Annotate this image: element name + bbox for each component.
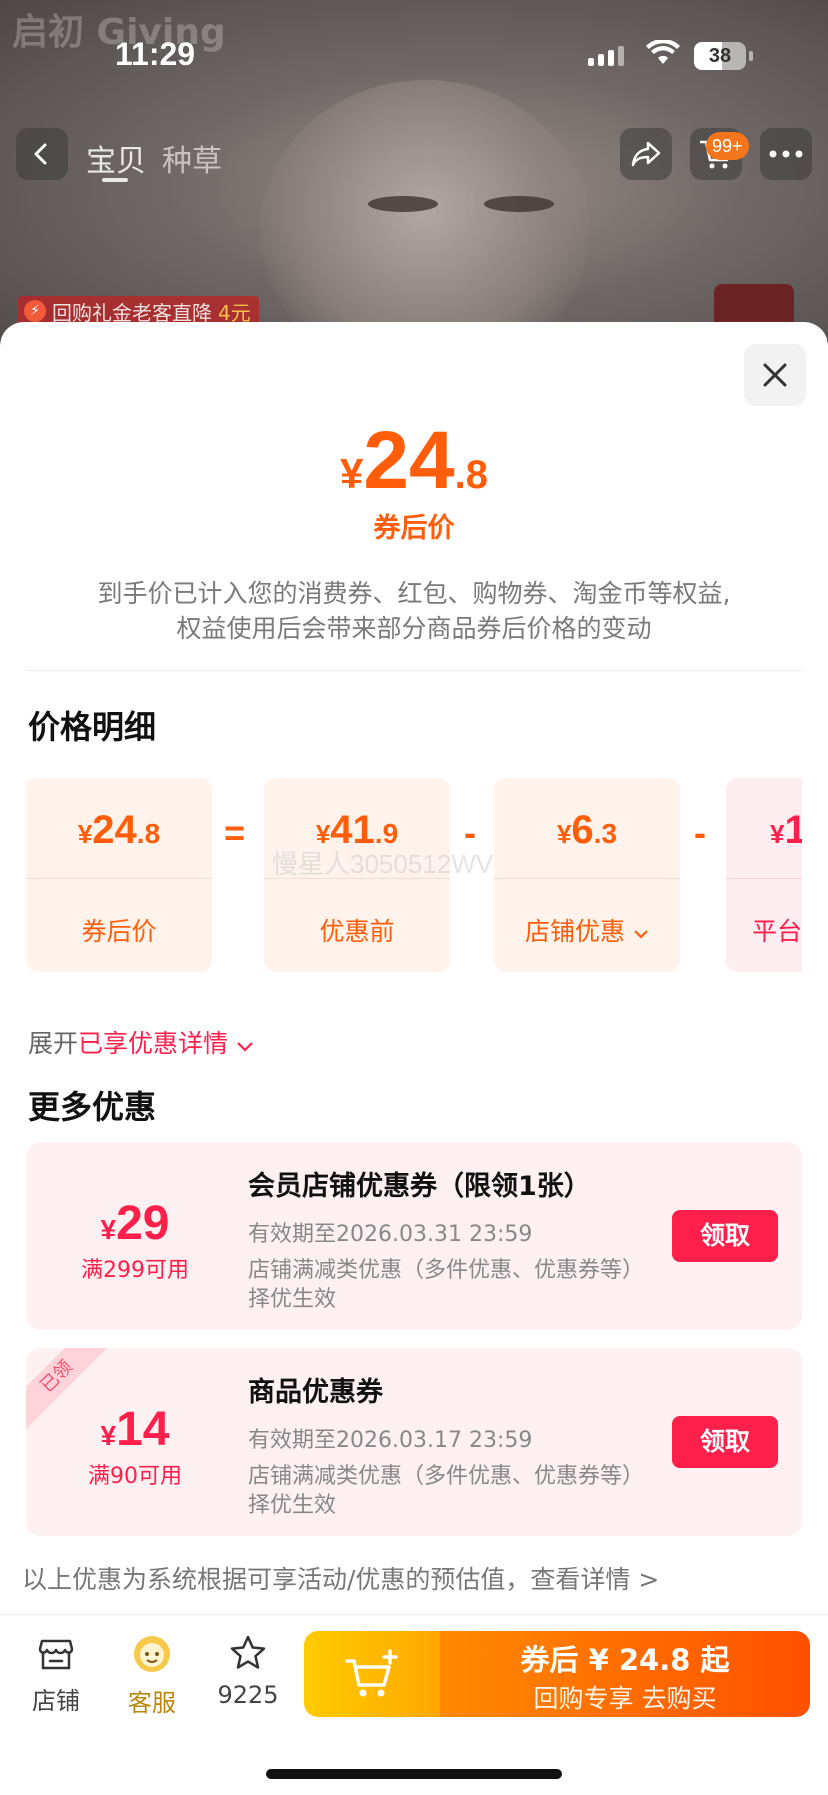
more-dots-icon	[769, 150, 803, 158]
price-note-line: 权益使用后会带来部分商品券后价格的变动	[176, 614, 652, 643]
store-icon	[38, 1639, 74, 1670]
cart-count-badge: 99+	[706, 132, 749, 160]
back-button[interactable]	[16, 128, 68, 180]
chevron-left-icon	[34, 143, 47, 165]
store-label: 店铺	[32, 1687, 80, 1715]
close-icon	[763, 363, 787, 387]
coupon-validity: 有效期至2026.03.17 23:59	[248, 1428, 533, 1453]
lightning-icon: ⚡	[24, 300, 46, 322]
cellular-signal-icon	[588, 46, 624, 66]
breakdown-platform-discount: ¥1 平台	[726, 778, 802, 972]
coupon-amount: ¥29	[100, 1197, 170, 1250]
breakdown-title: 价格明细	[28, 708, 157, 746]
add-to-cart-icon	[345, 1649, 398, 1697]
buy-button[interactable]: 券后 ¥ 24.8 起 回购专享 去购买	[304, 1631, 810, 1717]
share-icon	[631, 141, 661, 167]
chevron-down-icon	[237, 1042, 253, 1052]
buy-action-text: 回购专享 去购买	[533, 1684, 717, 1713]
minus-sign: -	[694, 812, 706, 853]
price-note: 到手价已计入您的消费券、红包、购物券、淘金币等权益, 权益使用后会带来部分商品券…	[40, 576, 788, 646]
coupon-title: 会员店铺优惠券（限领1张）	[248, 1171, 591, 1202]
user-watermark: 慢星人3050512WV	[272, 849, 494, 879]
store-button[interactable]: 店铺	[16, 1633, 96, 1716]
price-integer: 24	[363, 415, 455, 506]
breakdown-label: 券后价	[81, 917, 157, 946]
active-tab-indicator	[102, 178, 128, 182]
status-bar: 11:29 38	[0, 0, 828, 100]
claim-coupon-button[interactable]: 领取	[672, 1210, 778, 1262]
more-offers-title: 更多优惠	[28, 1088, 157, 1126]
coupon-condition: 满299可用	[81, 1258, 189, 1283]
coupon-description: 店铺满减类优惠（多件优惠、优惠券等）择优生效	[248, 1258, 645, 1312]
claim-coupon-button[interactable]: 领取	[672, 1416, 778, 1468]
home-indicator	[266, 1769, 562, 1779]
favorite-button[interactable]: 9225	[208, 1633, 288, 1709]
breakdown-final-price: ¥24.8 券后价	[26, 778, 212, 972]
price-label: 券后价	[373, 513, 455, 544]
bottom-action-bar: 店铺 客服 9225 券后 ¥ 24.8 起 回购专享 去购买	[0, 1614, 828, 1795]
product-nav: 宝贝 种草 99+	[0, 128, 828, 184]
status-time: 11:29	[115, 36, 196, 72]
photo-detail	[484, 196, 554, 212]
expand-prefix: 展开	[28, 1029, 79, 1058]
breakdown-label: 平台	[752, 917, 802, 946]
price-decimal: .8	[454, 453, 488, 497]
more-button[interactable]	[760, 128, 812, 180]
breakdown-label: 优惠前	[319, 917, 395, 946]
tab-product[interactable]: 宝贝	[86, 136, 146, 180]
battery-level: 38	[708, 45, 732, 67]
wifi-icon	[646, 40, 680, 64]
estimate-disclaimer-link[interactable]: 以上优惠为系统根据可享活动/优惠的预估值，查看详情 >	[22, 1560, 659, 1596]
coupon-amount: ¥14	[100, 1403, 170, 1456]
close-button[interactable]	[744, 344, 806, 406]
price-detail-sheet: ¥24.8 券后价 到手价已计入您的消费券、红包、购物券、淘金币等权益, 权益使…	[0, 322, 828, 1795]
photo-detail	[368, 196, 438, 212]
coupon-description: 店铺满减类优惠（多件优惠、优惠券等）择优生效	[248, 1464, 645, 1518]
breakdown-store-discount[interactable]: ¥6.3 店铺优惠	[494, 778, 680, 972]
add-to-cart-button[interactable]	[304, 1631, 440, 1717]
customer-service-icon	[134, 1636, 170, 1672]
customer-service-button[interactable]: 客服	[112, 1633, 192, 1718]
equals-sign: =	[224, 812, 246, 853]
service-label: 客服	[128, 1689, 176, 1717]
battery-icon: 38	[694, 42, 754, 70]
coupon-condition: 满90可用	[88, 1464, 182, 1489]
tab-recommend[interactable]: 种草	[162, 136, 222, 180]
final-price: ¥24.8	[0, 414, 828, 508]
price-note-line: 到手价已计入您的消费券、红包、购物券、淘金币等权益,	[97, 579, 731, 608]
divider	[26, 670, 802, 671]
buy-now-button[interactable]: 券后 ¥ 24.8 起 回购专享 去购买	[440, 1631, 810, 1717]
price-currency: ¥	[340, 450, 364, 497]
star-icon	[230, 1635, 266, 1669]
coupon-card: 已领 ¥14 满90可用 商品优惠券 有效期至2026.03.17 23:59 …	[26, 1348, 802, 1536]
chevron-down-icon	[634, 930, 648, 939]
coupon-validity: 有效期至2026.03.31 23:59	[248, 1222, 533, 1247]
favorite-count: 9225	[217, 1681, 279, 1709]
share-button[interactable]	[620, 128, 672, 180]
coupon-title: 商品优惠券	[248, 1377, 383, 1408]
expand-highlight: 已享优惠详情	[78, 1029, 229, 1058]
breakdown-label: 店铺优惠	[494, 912, 680, 948]
coupon-card: ¥29 满299可用 会员店铺优惠券（限领1张） 有效期至2026.03.31 …	[26, 1142, 802, 1330]
expand-discount-details-link[interactable]: 展开已享优惠详情	[28, 1024, 254, 1060]
buy-price-text: 券后 ¥ 24.8 起	[520, 1643, 730, 1677]
